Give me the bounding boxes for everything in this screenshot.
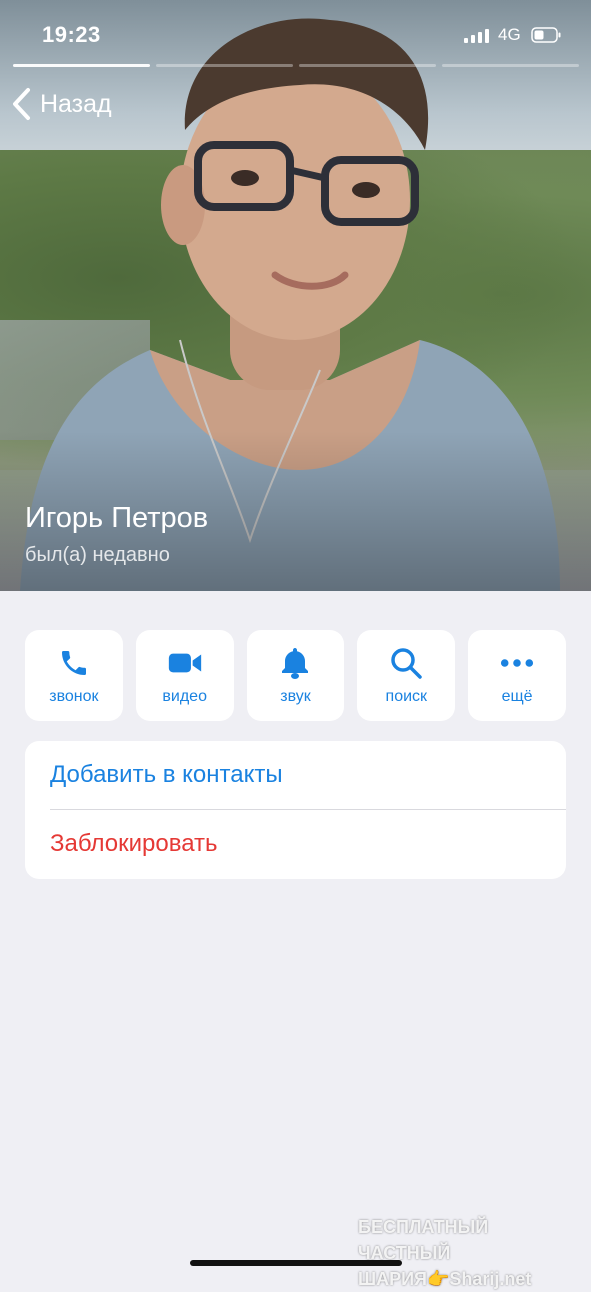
sound-button[interactable]: звук	[246, 630, 345, 721]
watermark-line-1: БЕСПЛАТНЫЙ ЧАСТНЫЙ	[358, 1217, 489, 1263]
phone-icon	[57, 646, 91, 680]
profile-name: Игорь Петров	[25, 502, 209, 534]
more-button[interactable]: ещё	[468, 630, 566, 721]
battery-icon	[531, 27, 561, 43]
watermark-line-2: ШАРИЯ👉Sharij.net	[358, 1269, 532, 1289]
watermark: БЕСПЛАТНЫЙ ЧАСТНЫЙ ШАРИЯ👉Sharij.net	[358, 1214, 583, 1292]
photo-progress-segment	[299, 64, 436, 67]
bell-icon	[278, 646, 312, 680]
search-label: поиск	[385, 687, 428, 705]
call-label: звонок	[49, 687, 99, 705]
more-dots-icon	[500, 646, 534, 680]
sound-label: звук	[280, 687, 311, 705]
action-buttons: звонок видео звук поиск ещё	[25, 630, 566, 721]
search-button[interactable]: поиск	[357, 630, 456, 721]
photo-progress-segment	[442, 64, 579, 67]
back-label: Назад	[40, 89, 112, 118]
last-seen-status: был(а) недавно	[25, 544, 170, 566]
network-type: 4G	[498, 25, 521, 44]
status-bar: 19:23 4G	[0, 0, 591, 60]
photo-progress-bar	[13, 64, 579, 68]
call-button[interactable]: звонок	[25, 630, 123, 721]
block-user-button[interactable]: Заблокировать	[25, 810, 566, 878]
home-indicator[interactable]	[190, 1260, 402, 1266]
video-label: видео	[162, 687, 207, 705]
add-to-contacts-button[interactable]: Добавить в контакты	[25, 741, 566, 809]
more-label: ещё	[501, 687, 533, 705]
photo-progress-segment	[156, 64, 293, 67]
photo-progress-segment	[13, 64, 150, 67]
back-button[interactable]: Назад	[10, 86, 112, 122]
signal-icon	[464, 29, 489, 43]
status-time: 19:23	[42, 22, 101, 47]
chevron-left-icon	[13, 88, 30, 120]
search-icon	[389, 646, 423, 680]
contact-options-menu: Добавить в контакты Заблокировать	[25, 741, 566, 879]
video-camera-icon	[168, 646, 202, 680]
video-button[interactable]: видео	[135, 630, 234, 721]
